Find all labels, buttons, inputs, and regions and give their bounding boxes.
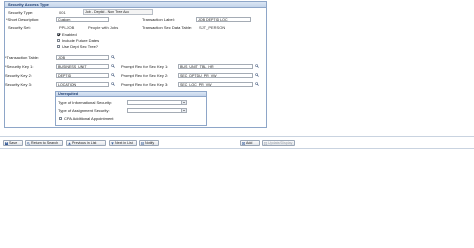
security-key-1-lookup-icon[interactable] [111, 64, 115, 68]
add-label: Add [246, 141, 253, 145]
security-key-1-label: *Security Key 1: [5, 64, 34, 69]
prompt-rec-sec-key-3-label: Prompt Rec for Sec Key 3: [121, 82, 169, 87]
security-key-3-lookup-icon[interactable] [111, 82, 115, 86]
panel-title: Security Access Type [5, 2, 266, 8]
include-future-dates-label: Include Future Dates [62, 38, 100, 43]
cpa-additional-appointment-label: CPA Additional Appointment [64, 116, 114, 121]
prompt-rec-sec-key-1-lookup-icon[interactable] [255, 64, 259, 68]
enabled-label: Enabled [62, 32, 77, 37]
security-set-description: People with Jobs [88, 25, 119, 30]
chevron-down-icon [181, 101, 186, 104]
notify-icon [141, 142, 144, 145]
security-set-code: PPLJOB [59, 25, 75, 30]
save-button-label: Save [9, 141, 18, 145]
security-key-1-input[interactable]: BUSINESS_UNIT [56, 64, 109, 69]
return-to-search-icon [27, 142, 30, 145]
toolbar-bottom-divider [0, 148, 474, 149]
type-of-assignment-security-label: Type of Assignment Security: [58, 108, 110, 113]
security-key-3-input[interactable]: LOCATION [56, 82, 109, 87]
next-in-list-button[interactable]: Next in List [109, 140, 137, 146]
notify-button[interactable]: Notify [139, 140, 159, 146]
add-icon [242, 142, 245, 145]
transaction-table-lookup-icon[interactable] [111, 55, 115, 59]
update-display-label: Update/Display [268, 141, 293, 145]
transaction-label-input[interactable]: JOB DEPTID LOC [196, 17, 251, 22]
short-description-input[interactable]: Custom [56, 17, 109, 22]
security-key-2-label: Security Key 2: [5, 73, 32, 78]
update-display-button[interactable]: Update/Display [262, 140, 295, 146]
include-future-dates-checkbox[interactable] [57, 39, 60, 42]
arrow-up-icon [68, 142, 71, 145]
add-button[interactable]: Add [240, 140, 260, 146]
previous-in-list-button[interactable]: Previous in List [66, 140, 106, 146]
trans-sec-data-table-label: Transaction Sec Data Table: [142, 25, 193, 30]
transaction-label-label: Transaction Label: [142, 17, 175, 22]
chevron-down-icon [181, 109, 186, 112]
notify-label: Notify [145, 141, 155, 145]
transaction-table-input[interactable]: JOB [56, 55, 109, 60]
transaction-table-label: *Transaction Table: [5, 55, 40, 60]
return-to-search-button[interactable]: Return to Search [25, 140, 63, 146]
security-key-2-input[interactable]: DEPTID [56, 73, 109, 78]
security-type-code: 001 [59, 10, 66, 15]
return-to-search-label: Return to Search [31, 141, 59, 145]
prompt-rec-sec-key-1-label: Prompt Rec for Sec Key 1: [121, 64, 169, 69]
toolbar-divider [0, 136, 474, 137]
trans-sec-data-table-value: SJT_PERSON [199, 25, 226, 30]
prompt-rec-sec-key-3-lookup-icon[interactable] [255, 82, 259, 86]
short-description-label: *Short Description: [6, 17, 40, 22]
security-type-description: Job - Deptid - Non Tree Acc [83, 9, 153, 15]
prompt-rec-sec-key-2-lookup-icon[interactable] [255, 73, 259, 77]
type-of-assignment-security-select[interactable] [127, 108, 187, 113]
cpa-additional-appointment-checkbox[interactable] [59, 117, 62, 120]
security-set-label: Security Set: [8, 25, 31, 30]
next-in-list-label: Next in List [115, 141, 133, 145]
security-type-label: Security Type: [8, 10, 34, 15]
type-of-informational-security-label: Type of Informational Security: [58, 100, 113, 105]
use-dept-sec-tree-label: Use Dept Sec Tree? [62, 44, 99, 49]
security-key-3-label: Security Key 3: [5, 82, 32, 87]
type-of-informational-security-select[interactable] [127, 100, 187, 105]
group-box-title: Unrequited [56, 92, 206, 97]
prompt-rec-sec-key-2-input[interactable]: SEC_DPTDU_PR_VW [178, 73, 253, 78]
enabled-checkbox[interactable] [57, 33, 60, 36]
prompt-rec-sec-key-3-input[interactable]: SEC_LOC_PR_VW [178, 82, 253, 87]
use-dept-sec-tree-checkbox[interactable] [57, 45, 60, 48]
security-key-2-lookup-icon[interactable] [111, 73, 115, 77]
prompt-rec-sec-key-1-input[interactable]: BUS_UNIT_TBL_HR [178, 64, 253, 69]
arrow-down-icon [111, 142, 114, 145]
save-button[interactable]: Save [3, 140, 23, 146]
update-display-icon [264, 142, 267, 145]
prompt-rec-sec-key-2-label: Prompt Rec for Sec Key 2: [121, 73, 169, 78]
previous-in-list-label: Previous in List [72, 141, 97, 145]
save-icon [5, 142, 8, 145]
